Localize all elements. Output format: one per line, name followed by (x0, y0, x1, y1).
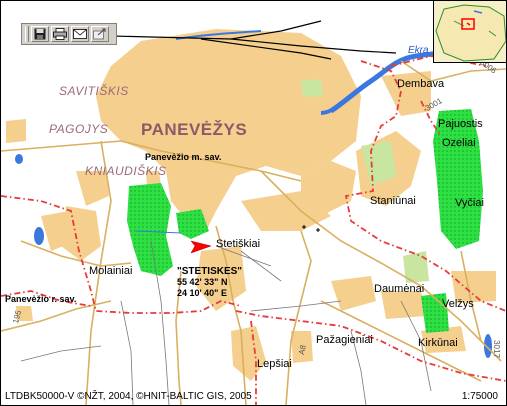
map-toolbar (21, 23, 117, 45)
town-label: Kirkūnai (418, 337, 458, 349)
district-label: KNIAUDIŠKIS (85, 164, 167, 178)
floppy-disk-icon (34, 28, 46, 40)
town-label: Ozeliai (442, 137, 476, 149)
target-latitude: 55 42' 33" N (177, 277, 228, 287)
email-button[interactable] (71, 26, 89, 42)
town-label: Pajuostis (438, 118, 483, 130)
town-label: Staniūnai (370, 195, 416, 207)
export-icon (93, 28, 106, 40)
overview-minimap[interactable] (433, 1, 506, 63)
municipality-district-label: Panevėžio r. sav. (5, 294, 77, 304)
town-label: Velžys (442, 298, 474, 310)
district-label: SAVITIŠKIS (59, 84, 129, 98)
district-label: PAGOJYS (49, 122, 109, 136)
print-button[interactable] (51, 26, 69, 42)
town-label: Daumėnai (374, 283, 425, 295)
town-label: Dembava (397, 78, 445, 90)
overview-map (435, 4, 506, 62)
town-label: Vyčiai (455, 197, 484, 209)
city-label: PANEVĖŽYS (141, 120, 248, 139)
town-label: Lepšiai (257, 358, 292, 370)
printer-icon (53, 28, 67, 40)
target-longitude: 24 10' 40" E (177, 288, 227, 298)
target-info: "STETISKES" 55 42' 33" N 24 10' 40" E (177, 266, 242, 299)
road-number-label: 3017 (491, 340, 501, 358)
map-footer: LTDBK50000-V ©NŽT, 2004, ©HNIT-BALTIC GI… (1, 388, 506, 405)
town-label: Stetiškiai (216, 238, 261, 250)
town-label: Pažagieniai (316, 334, 373, 346)
save-button[interactable] (31, 26, 49, 42)
map-viewer[interactable]: SAVITIŠKIS PAGOJYS KNIAUDIŠKIS PANEVĖŽYS… (0, 0, 507, 406)
scale-label: 1:75000 (461, 391, 498, 402)
toolbar-grip[interactable] (25, 26, 29, 42)
copyright-text: LTDBK50000-V ©NŽT, 2004, ©HNIT-BALTIC GI… (5, 391, 252, 402)
town-label: Molainiai (89, 265, 133, 277)
river-label: Ekra (408, 45, 429, 56)
municipality-city-label: Panevėžio m. sav. (145, 152, 222, 162)
target-name: "STETISKES" (177, 266, 243, 277)
envelope-icon (73, 29, 87, 39)
road-number-label: A8 (297, 344, 308, 356)
export-button[interactable] (91, 26, 109, 42)
